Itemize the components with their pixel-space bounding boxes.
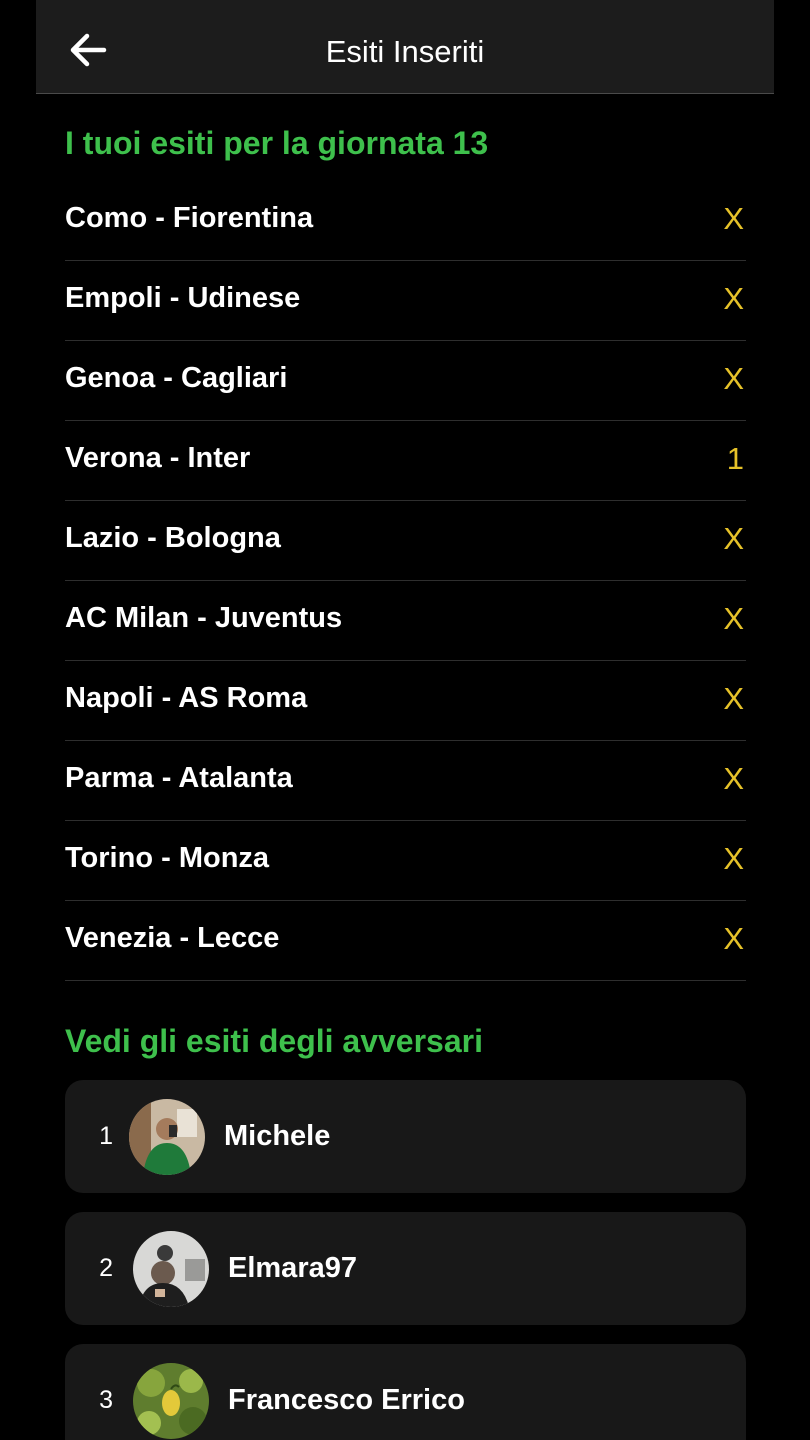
match-row: Verona - Inter 1 (65, 421, 746, 501)
match-name: Parma - Atalanta (65, 762, 293, 794)
match-name: Empoli - Udinese (65, 282, 301, 314)
avatar (129, 1098, 205, 1175)
match-name: AC Milan - Juventus (65, 602, 343, 634)
match-row: Torino - Monza X (65, 821, 746, 901)
match-result: 1 (726, 440, 744, 476)
match-row: Genoa - Cagliari X (65, 341, 746, 421)
opponent-rank: 1 (99, 1122, 113, 1150)
opponent-name: Elmara97 (228, 1252, 357, 1284)
match-name: Napoli - AS Roma (65, 682, 308, 714)
opponent-name: Francesco Errico (228, 1384, 465, 1416)
match-list: Como - Fiorentina X Empoli - Udinese X G… (65, 181, 746, 981)
match-result: X (723, 840, 744, 876)
match-row: Venezia - Lecce X (65, 901, 746, 981)
opponents-list: 1 Michele 2 Elmara97 3 Francesco Errico (65, 1080, 746, 1440)
match-result: X (723, 920, 744, 956)
match-result: X (723, 280, 744, 316)
opponent-name: Michele (224, 1120, 331, 1152)
match-name: Venezia - Lecce (65, 922, 280, 954)
match-row: Como - Fiorentina X (65, 181, 746, 261)
page-title: Esiti Inseriti (325, 34, 485, 69)
opponent-card[interactable]: 1 Michele (65, 1080, 746, 1193)
match-name: Torino - Monza (65, 842, 270, 874)
match-result: X (723, 200, 744, 236)
opponent-rank: 3 (99, 1386, 113, 1414)
app-header: Esiti Inseriti (36, 0, 774, 94)
avatar (133, 1362, 209, 1439)
match-result: X (723, 520, 744, 556)
match-result: X (723, 360, 744, 396)
match-result: X (723, 600, 744, 636)
match-name: Genoa - Cagliari (65, 362, 288, 394)
match-row: Empoli - Udinese X (65, 261, 746, 341)
match-name: Como - Fiorentina (65, 202, 314, 234)
match-name: Lazio - Bologna (65, 522, 281, 554)
opponents-title: Vedi gli esiti degli avversari (65, 1023, 483, 1059)
avatar (133, 1230, 209, 1307)
match-row: Napoli - AS Roma X (65, 661, 746, 741)
match-row: AC Milan - Juventus X (65, 581, 746, 661)
match-row: Lazio - Bologna X (65, 501, 746, 581)
match-row: Parma - Atalanta X (65, 741, 746, 821)
screen: Esiti Inseriti I tuoi esiti per la giorn… (0, 0, 810, 1440)
match-result: X (723, 680, 744, 716)
opponent-card[interactable]: 3 Francesco Errico (65, 1344, 746, 1440)
match-result: X (723, 760, 744, 796)
my-results-title: I tuoi esiti per la giornata 13 (65, 125, 489, 161)
opponent-rank: 2 (99, 1254, 113, 1282)
opponent-card[interactable]: 2 Elmara97 (65, 1212, 746, 1325)
match-name: Verona - Inter (65, 442, 251, 474)
